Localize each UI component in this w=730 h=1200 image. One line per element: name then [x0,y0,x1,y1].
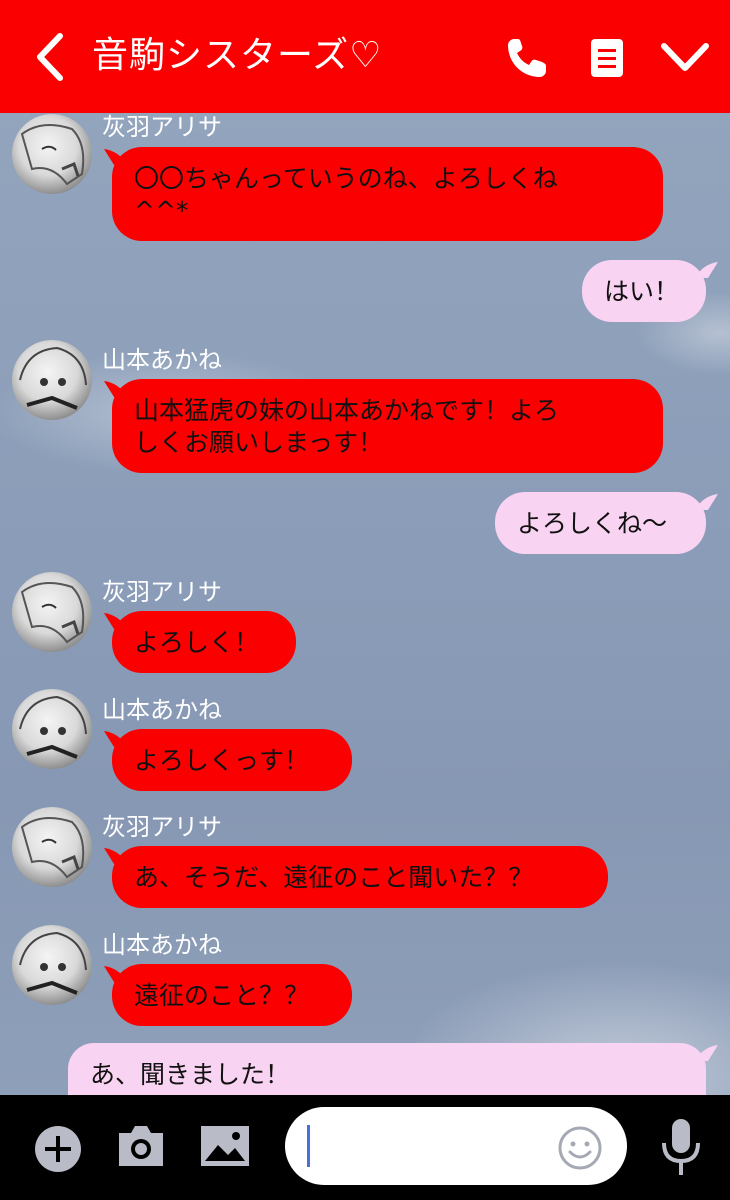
message-input[interactable] [285,1107,627,1185]
chat-title: 音駒シスターズ♡ [92,35,383,76]
microphone-icon[interactable] [658,1117,704,1179]
message-bubble[interactable]: 山本猛虎の妹の山本あかねです！よろ しくお願いしまっす！ [112,379,663,473]
message-bubble[interactable]: あ、聞きました！ [68,1043,706,1095]
avatar[interactable] [12,807,92,887]
message-bubble[interactable]: よろしく！ [112,611,296,673]
message-bubble[interactable]: 〇〇ちゃんっていうのね、よろしくね ^^* [112,147,663,241]
text-caret [307,1125,310,1167]
camera-icon[interactable] [115,1123,167,1169]
message-input-bar [0,1095,730,1200]
chevron-down-icon[interactable] [660,40,710,76]
note-icon[interactable] [590,38,624,78]
plus-icon[interactable] [34,1125,82,1173]
avatar[interactable] [12,689,92,769]
message-bubble[interactable]: あ、そうだ、遠征のこと聞いた？？ [112,846,608,908]
chat-area[interactable]: 灰羽アリサ 〇〇ちゃんっていうのね、よろしくね ^^* はい！ 山本あかね 山本… [0,113,730,1095]
avatar[interactable] [12,925,92,1005]
phone-icon[interactable] [505,36,549,80]
sender-name: 山本あかね [102,346,222,374]
message-bubble[interactable]: はい！ [582,260,706,322]
smiley-icon[interactable] [557,1125,603,1171]
chevron-left-icon[interactable] [28,30,72,84]
message-bubble[interactable]: よろしくね〜 [495,492,706,554]
message-bubble[interactable]: よろしくっす！ [112,729,352,791]
sender-name: 山本あかね [102,696,222,724]
chat-header: 音駒シスターズ♡ [0,0,730,113]
sender-name: 灰羽アリサ [102,578,222,606]
sender-name: 山本あかね [102,931,222,959]
sender-name: 灰羽アリサ [102,113,222,141]
avatar[interactable] [12,114,92,194]
message-bubble[interactable]: 遠征のこと？？ [112,964,352,1026]
avatar[interactable] [12,572,92,652]
avatar[interactable] [12,340,92,420]
image-icon[interactable] [200,1125,250,1167]
sender-name: 灰羽アリサ [102,813,222,841]
